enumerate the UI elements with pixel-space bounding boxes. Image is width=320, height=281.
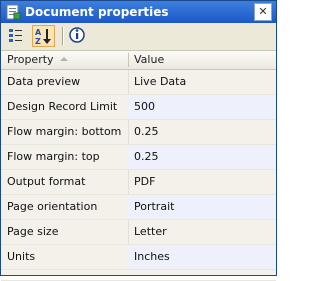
property-value xyxy=(128,270,276,280)
close-icon: ✕ xyxy=(258,5,268,18)
svg-text:Z: Z xyxy=(35,37,41,46)
property-value[interactable]: Inches xyxy=(128,245,276,269)
document-properties-icon xyxy=(6,4,21,20)
property-name: Flow margin: bottom xyxy=(7,125,122,138)
toolbar: A Z xyxy=(1,23,276,51)
title-bar[interactable]: Document properties ✕ xyxy=(1,1,276,23)
document-properties-window: Document properties ✕ A Z Property Value… xyxy=(0,0,277,281)
property-row-page-orientation[interactable]: Page orientation Portrait xyxy=(1,195,276,220)
property-info-button[interactable] xyxy=(67,25,90,47)
alphabetical-sort-button[interactable]: A Z xyxy=(32,25,55,47)
property-value[interactable]: 500 xyxy=(128,95,276,119)
property-name: Units xyxy=(7,250,36,263)
grid-header: Property Value xyxy=(1,51,276,70)
window-title: Document properties xyxy=(25,5,169,19)
info-icon xyxy=(69,27,85,43)
property-row-design-record-limit[interactable]: Design Record Limit 500 xyxy=(1,95,276,120)
property-row-units[interactable]: Units Inches xyxy=(1,245,276,270)
property-name: Flow margin: top xyxy=(7,150,100,163)
property-name: Design Record Limit xyxy=(7,100,118,113)
sort-ascending-icon xyxy=(60,57,68,61)
property-name xyxy=(7,270,127,280)
value-column-header[interactable]: Value xyxy=(128,51,276,69)
property-value[interactable]: Letter xyxy=(128,220,276,244)
property-value[interactable]: 0.25 xyxy=(128,120,276,144)
property-row-output-format[interactable]: Output format PDF xyxy=(1,170,276,195)
property-value[interactable]: 0.25 xyxy=(128,145,276,169)
property-row-flow-margin-top[interactable]: Flow margin: top 0.25 xyxy=(1,145,276,170)
property-row-data-preview[interactable]: Data preview Live Data xyxy=(1,70,276,95)
categorized-view-button[interactable] xyxy=(5,25,28,47)
toolbar-separator xyxy=(62,27,64,45)
property-name: Data preview xyxy=(7,75,81,88)
property-value[interactable]: Live Data xyxy=(128,70,276,94)
property-name: Page size xyxy=(7,225,59,238)
categorized-list-icon xyxy=(9,29,22,42)
property-value[interactable]: PDF xyxy=(128,170,276,194)
property-grid: Data preview Live Data Design Record Lim… xyxy=(1,70,276,281)
sort-az-icon: A Z xyxy=(35,28,51,46)
property-name: Output format xyxy=(7,175,86,188)
property-row-flow-margin-bottom[interactable]: Flow margin: bottom 0.25 xyxy=(1,120,276,145)
close-button[interactable]: ✕ xyxy=(254,3,272,21)
property-value[interactable]: Portrait xyxy=(128,195,276,219)
property-row-page-size[interactable]: Page size Letter xyxy=(1,220,276,245)
svg-text:A: A xyxy=(35,28,42,37)
property-name: Page orientation xyxy=(7,200,98,213)
